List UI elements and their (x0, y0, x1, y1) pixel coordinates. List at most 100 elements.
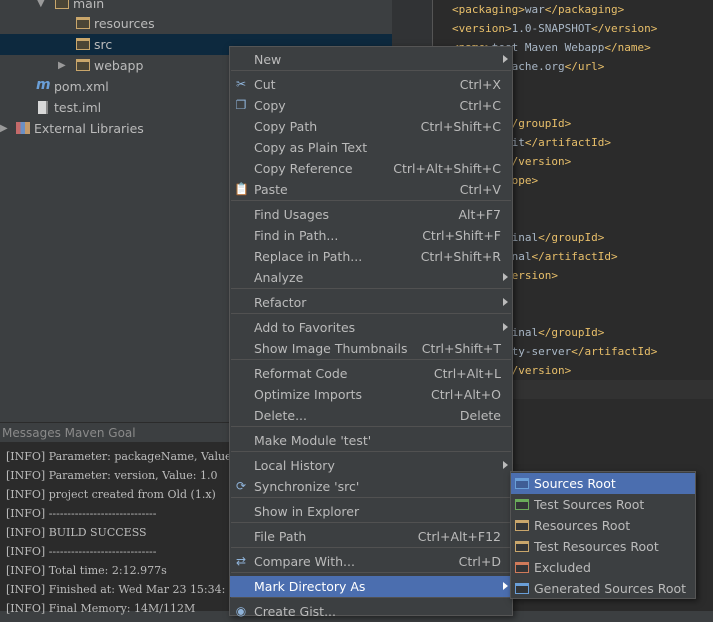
sources-root-folder-icon (515, 478, 529, 489)
menu-item-label: Reformat Code (254, 366, 348, 381)
menu-item-find-usages[interactable]: Find Usages Alt+F7 (230, 204, 512, 225)
code-value: war (524, 3, 545, 16)
submenu-item-label: Resources Root (534, 518, 631, 533)
menu-item-make-module-test[interactable]: Make Module 'test' (230, 430, 512, 451)
menu-item-find-in-path[interactable]: Find in Path... Ctrl+Shift+F (230, 225, 512, 246)
menu-item-mark-directory-as[interactable]: Mark Directory As (230, 576, 512, 597)
menu-item-compare-with[interactable]: ⇄ Compare With... Ctrl+D (230, 551, 512, 572)
code-value: 1.0-SNAPSHOT (511, 22, 592, 35)
menu-item-shortcut: Ctrl+Alt+Shift+C (393, 161, 501, 176)
compare-icon: ⇄ (235, 554, 247, 568)
menu-item-paste[interactable]: 📋 Paste Ctrl+V (230, 179, 512, 200)
generated-sources-root-folder-icon (515, 583, 529, 594)
menu-item-analyze[interactable]: Analyze (230, 267, 512, 288)
menu-separator (231, 597, 511, 598)
message-line: [INFO] Parameter: version, Value: 1.0 (6, 469, 218, 482)
code-line[interactable]: <packaging>war</packaging> (452, 0, 624, 19)
code-close-tag: </groupId> (538, 326, 605, 339)
menu-item-label: Refactor (254, 295, 307, 310)
menu-item-reformat-code[interactable]: Reformat Code Ctrl+Alt+L (230, 363, 512, 384)
message-line: [INFO] ----------------------------- (6, 507, 157, 520)
menu-item-label: Create Gist... (254, 604, 337, 619)
resources-folder-icon (76, 17, 90, 29)
message-line: [INFO] ----------------------------- (6, 545, 157, 558)
code-line[interactable]: <version>1.0-SNAPSHOT</version> (452, 19, 657, 38)
menu-item-replace-in-path[interactable]: Replace in Path... Ctrl+Shift+R (230, 246, 512, 267)
menu-item-label: Delete... (254, 408, 307, 423)
gist-icon: ◉ (235, 604, 247, 618)
menu-item-cut[interactable]: ✂ Cut Ctrl+X (230, 74, 512, 95)
code-close-tag: </version> (505, 155, 572, 168)
menu-item-label: Show in Explorer (254, 504, 360, 519)
menu-item-label: Cut (254, 77, 276, 92)
menu-item-copy-as-plain-text[interactable]: Copy as Plain Text (230, 137, 512, 158)
menu-separator (231, 451, 511, 452)
copy-icon: ❐ (235, 98, 247, 112)
menu-item-shortcut: Ctrl+X (459, 77, 501, 92)
menu-item-label: Compare With... (254, 554, 355, 569)
library-icon (16, 122, 30, 134)
submenu-item-test-resources-root[interactable]: Test Resources Root (511, 536, 695, 557)
menu-item-new[interactable]: New (230, 49, 512, 70)
menu-separator (231, 426, 511, 427)
submenu-arrow-icon (503, 298, 508, 306)
submenu-item-label: Test Sources Root (534, 497, 645, 512)
expanded-arrow-icon[interactable]: ▼ (37, 0, 45, 9)
code-open-tag: <packaging> (452, 3, 525, 16)
message-line: [INFO] Finished at: Wed Mar 23 15:34: (6, 583, 226, 596)
menu-item-label: Analyze (254, 270, 304, 285)
menu-item-label: Find in Path... (254, 228, 339, 243)
menu-item-refactor[interactable]: Refactor (230, 292, 512, 313)
submenu-item-generated-sources-root[interactable]: Generated Sources Root (511, 578, 695, 599)
menu-item-label: Copy Reference (254, 161, 353, 176)
folder-icon (76, 59, 90, 71)
menu-separator (231, 497, 511, 498)
menu-item-optimize-imports[interactable]: Optimize Imports Ctrl+Alt+O (230, 384, 512, 405)
menu-item-copy[interactable]: ❐ Copy Ctrl+C (230, 95, 512, 116)
menu-item-label: Add to Favorites (254, 320, 356, 335)
submenu-arrow-icon (503, 55, 508, 63)
message-line: [INFO] BUILD SUCCESS (6, 526, 147, 539)
submenu-item-excluded[interactable]: Excluded (511, 557, 695, 578)
menu-item-synchronize-src[interactable]: ⟳ Synchronize 'src' (230, 476, 512, 497)
menu-item-shortcut: Ctrl+Shift+R (420, 249, 501, 264)
tree-item-label: src (94, 37, 113, 52)
submenu-item-test-sources-root[interactable]: Test Sources Root (511, 494, 695, 515)
menu-item-label: Show Image Thumbnails (254, 341, 408, 356)
menu-item-label: File Path (254, 529, 307, 544)
menu-item-add-to-favorites[interactable]: Add to Favorites (230, 317, 512, 338)
menu-item-label: New (254, 52, 282, 67)
menu-item-shortcut: Ctrl+Shift+C (420, 119, 501, 134)
submenu-arrow-icon (503, 273, 508, 281)
sync-icon: ⟳ (235, 479, 247, 493)
submenu-item-resources-root[interactable]: Resources Root (511, 515, 695, 536)
tree-item-label: test.iml (54, 100, 102, 115)
menu-separator (231, 288, 511, 289)
menu-item-delete[interactable]: Delete... Delete (230, 405, 512, 426)
file-icon (38, 101, 48, 114)
submenu-arrow-icon (503, 461, 508, 469)
resources-root-folder-icon (515, 520, 529, 531)
menu-item-shortcut: Ctrl+Alt+O (431, 387, 501, 402)
menu-item-create-gist[interactable]: ◉ Create Gist... (230, 601, 512, 622)
menu-item-label: Mark Directory As (254, 579, 366, 594)
collapsed-arrow-icon[interactable]: ▶ (58, 60, 66, 71)
menu-separator (231, 572, 511, 573)
menu-item-copy-path[interactable]: Copy Path Ctrl+Shift+C (230, 116, 512, 137)
tree-item-resources[interactable]: resources (0, 13, 392, 34)
menu-item-local-history[interactable]: Local History (230, 455, 512, 476)
submenu-item-label: Test Resources Root (534, 539, 659, 554)
collapsed-arrow-icon[interactable]: ▶ (0, 123, 8, 134)
message-line: [INFO] Final Memory: 14M/112M (6, 602, 196, 615)
tree-item-main[interactable]: ▼ main (0, 0, 392, 14)
menu-item-copy-reference[interactable]: Copy Reference Ctrl+Alt+Shift+C (230, 158, 512, 179)
menu-separator (231, 200, 511, 201)
code-close-tag: </artifactId> (571, 345, 658, 358)
menu-item-shortcut: Ctrl+Alt+F12 (417, 529, 501, 544)
submenu-item-sources-root[interactable]: Sources Root (511, 473, 695, 494)
menu-item-show-in-explorer[interactable]: Show in Explorer (230, 501, 512, 522)
menu-item-file-path[interactable]: File Path Ctrl+Alt+F12 (230, 526, 512, 547)
submenu-item-label: Sources Root (534, 476, 616, 491)
messages-panel-header[interactable]: Messages Maven Goal (0, 422, 230, 442)
menu-item-show-image-thumbnails[interactable]: Show Image Thumbnails Ctrl+Shift+T (230, 338, 512, 359)
